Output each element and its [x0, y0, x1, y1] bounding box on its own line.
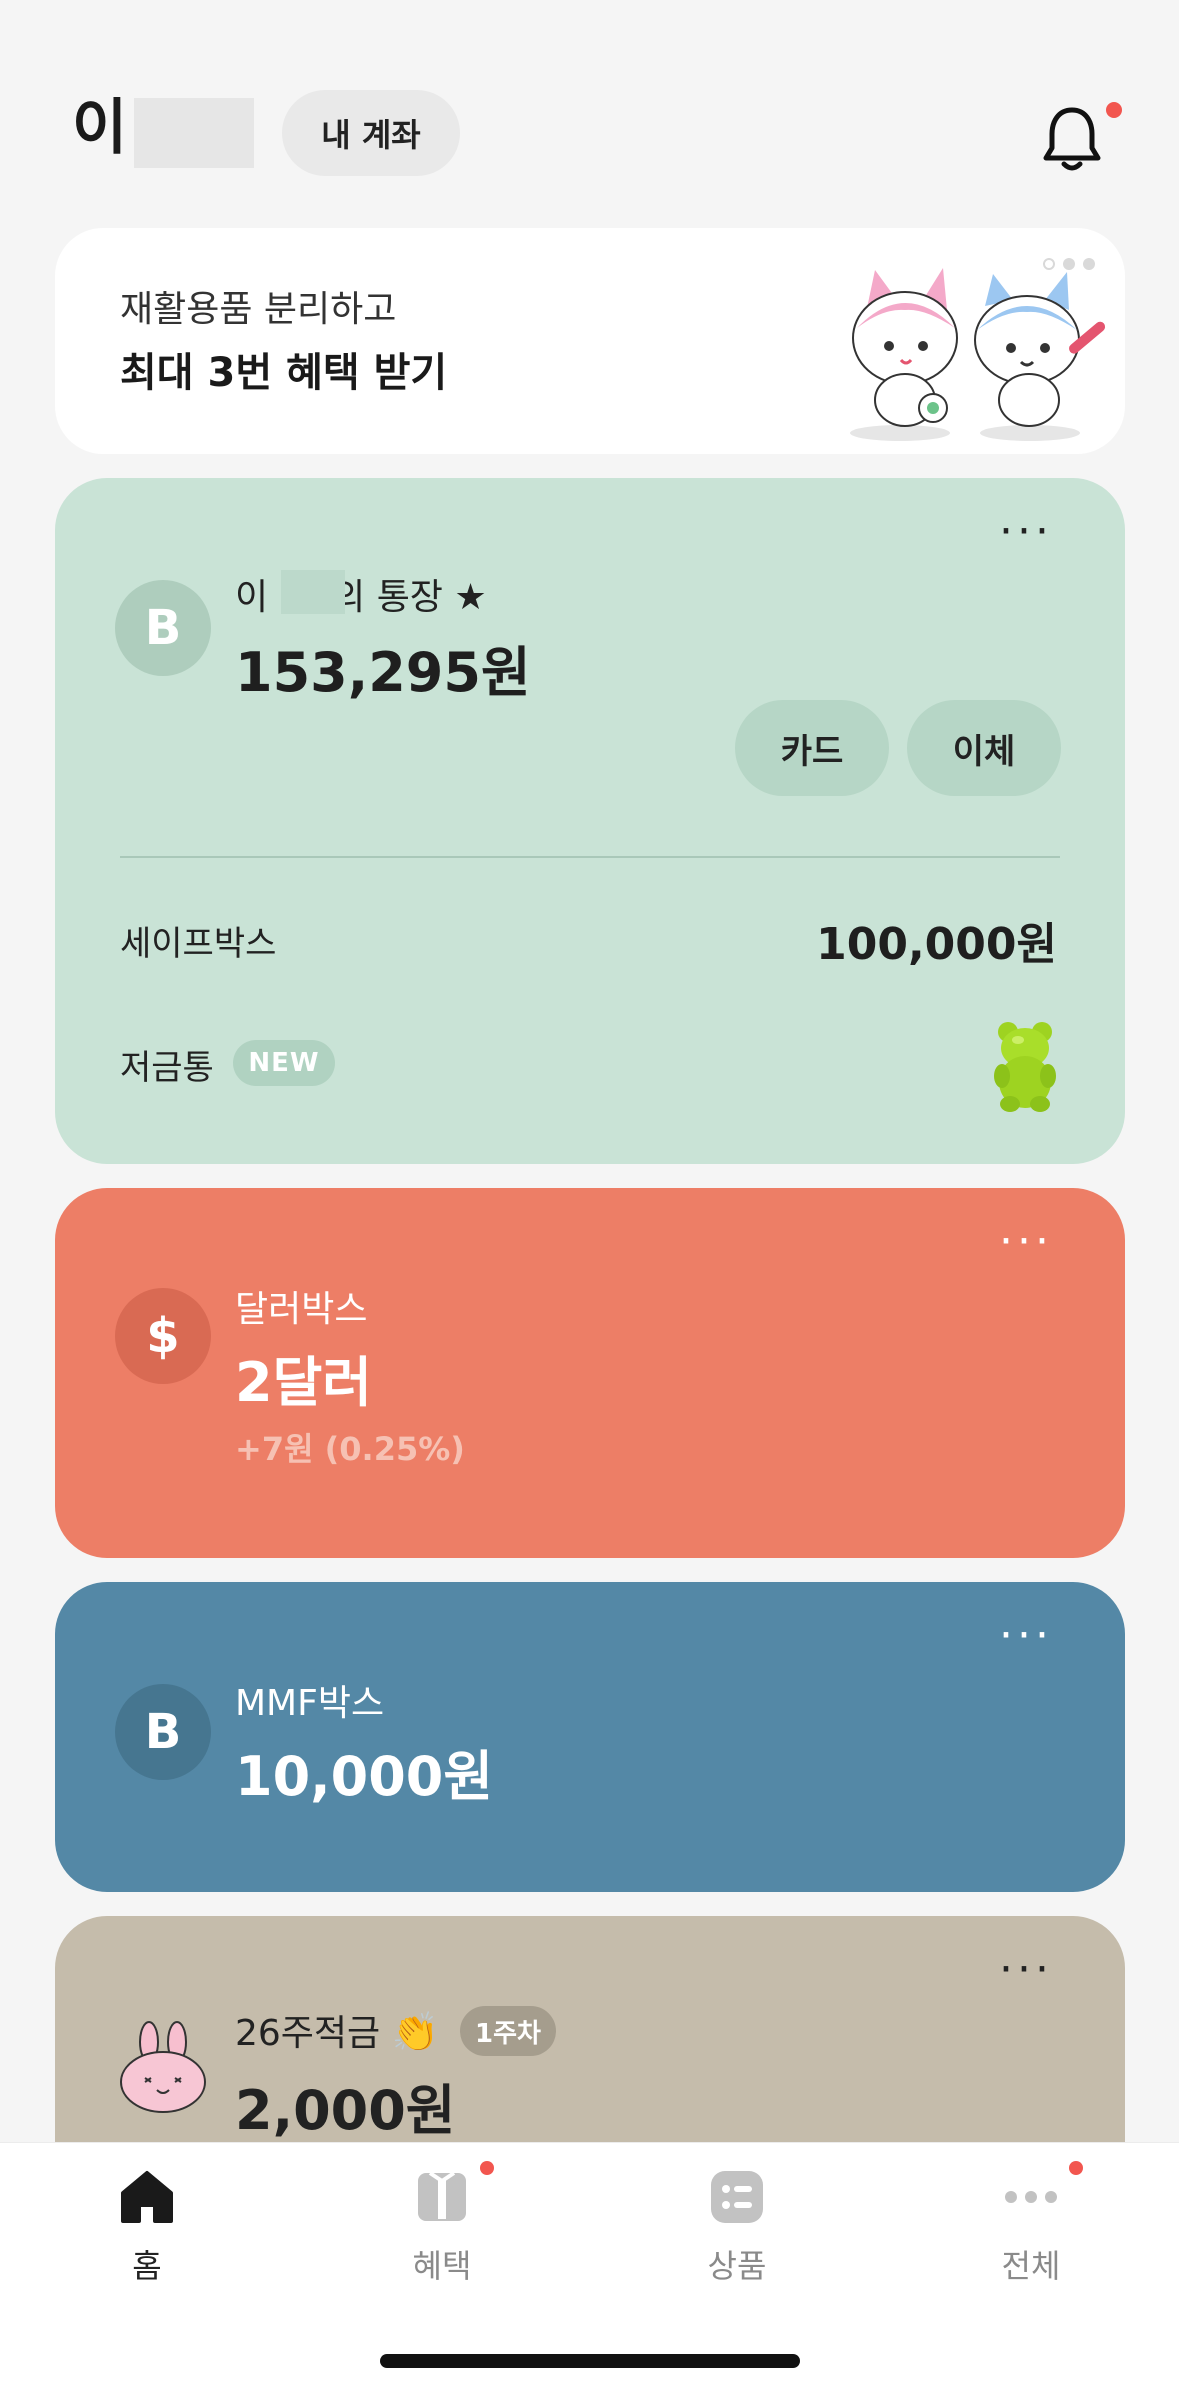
more-options-icon[interactable]: ···	[999, 510, 1053, 554]
more-options-icon[interactable]: ···	[999, 1948, 1053, 1992]
new-badge: NEW	[233, 1040, 335, 1086]
mmf-box-amount: 10,000원	[235, 1745, 494, 1808]
safebox-amount: 100,000원	[816, 919, 1057, 970]
gift-icon	[418, 2171, 466, 2221]
star-icon: ★	[454, 577, 487, 618]
list-icon	[711, 2171, 763, 2223]
dollar-box-label: 달러박스	[235, 1289, 368, 1330]
more-options-icon[interactable]: ···	[999, 1220, 1053, 1264]
home-icon	[121, 2171, 173, 2223]
name-redaction	[281, 570, 345, 614]
account-balance: 153,295원	[235, 641, 531, 704]
more-icon	[1005, 2191, 1057, 2203]
dollar-box-amount: 2달러	[235, 1351, 372, 1414]
nav-all[interactable]: 전체	[931, 2161, 1131, 2307]
promo-subtitle: 재활용품 분리하고	[120, 289, 397, 330]
user-name: 이	[72, 93, 128, 163]
savings-label: 26주적금 👏	[235, 2004, 439, 2056]
account-name-suffix: 의 통장	[332, 577, 443, 618]
savings-name: 26주적금	[235, 2013, 381, 2054]
home-indicator[interactable]	[380, 2354, 800, 2368]
mmf-box-label: MMF박스	[235, 1683, 385, 1724]
dollar-box-change: +7원 (0.25%)	[235, 1430, 465, 1468]
nav-home[interactable]: 홈	[47, 2167, 247, 2307]
bell-icon[interactable]	[1040, 104, 1104, 176]
dollar-box-card[interactable]: ··· $ 달러박스 2달러 +7원 (0.25%)	[55, 1188, 1125, 1558]
nav-products-label: 상품	[707, 2247, 767, 2285]
promo-title: 최대 3번 혜택 받기	[120, 350, 448, 396]
notification-dot	[1106, 102, 1122, 118]
transfer-button[interactable]: 이체	[907, 700, 1061, 796]
account-name: 이 의 통장 ★	[235, 568, 487, 620]
nav-benefits[interactable]: 혜택	[342, 2161, 542, 2307]
dollar-icon: $	[115, 1288, 211, 1384]
main-account-card[interactable]: ··· B 이 의 통장 ★ 153,295원 카드 이체 세이프박스 100,0…	[55, 478, 1125, 1164]
piggy-bank-label[interactable]: 저금통	[120, 1040, 214, 1089]
my-account-button[interactable]: 내 계좌	[282, 90, 460, 176]
savings-card[interactable]: ··· 26주적금 👏 1주차 2,000원	[55, 1916, 1125, 2176]
mmf-box-card[interactable]: ··· B MMF박스 10,000원	[55, 1582, 1125, 1892]
notification-dot	[480, 2161, 494, 2175]
more-options-icon[interactable]: ···	[999, 1614, 1053, 1658]
notification-dot	[1069, 2161, 1083, 2175]
week-badge: 1주차	[460, 2006, 556, 2056]
name-redaction	[134, 98, 254, 168]
header: 이 내 계좌	[0, 0, 1179, 220]
clap-icon: 👏	[391, 2010, 439, 2054]
nav-home-label: 홈	[132, 2247, 162, 2285]
account-name-prefix: 이	[235, 577, 269, 618]
safebox-label[interactable]: 세이프박스	[120, 916, 276, 965]
bank-logo-icon: B	[115, 1684, 211, 1780]
card-button[interactable]: 카드	[735, 700, 889, 796]
divider	[120, 856, 1060, 858]
bank-logo-icon: B	[115, 580, 211, 676]
promo-banner[interactable]: 재활용품 분리하고 최대 3번 혜택 받기	[55, 228, 1125, 454]
nav-products[interactable]: 상품	[637, 2167, 837, 2307]
savings-amount: 2,000원	[235, 2079, 456, 2142]
gummy-bear-icon[interactable]	[990, 1018, 1060, 1112]
mascot-illustration	[850, 268, 1106, 441]
nav-all-label: 전체	[1001, 2247, 1061, 2285]
nav-benefits-label: 혜택	[412, 2247, 472, 2285]
bunny-icon	[120, 2021, 206, 2113]
